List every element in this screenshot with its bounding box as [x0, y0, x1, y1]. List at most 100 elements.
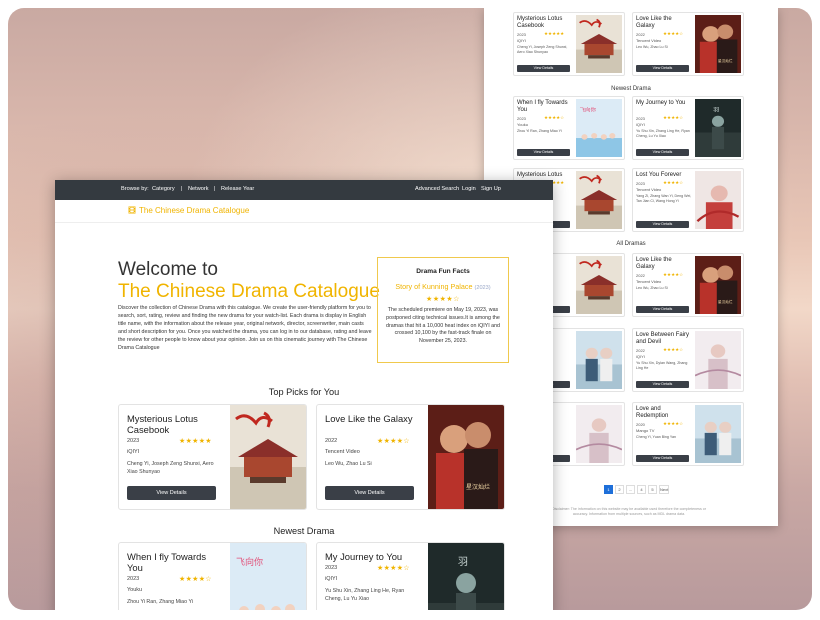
view-details-button[interactable]: View Details	[636, 149, 689, 156]
drama-network: iQIYI	[517, 38, 526, 43]
drama-year: 2023	[517, 32, 526, 37]
drama-cast: Leo Wu, Zhao Lu Si	[325, 461, 372, 467]
drama-network: iQIYI	[636, 122, 645, 127]
section-title-top-picks: Top Picks for You	[268, 387, 340, 397]
drama-card: Mysterious Lotus Casebook 2023 ★★★★★ iQIYI C…	[118, 404, 307, 510]
rating-stars: ★★★★☆	[663, 272, 684, 277]
drama-network: Youku	[517, 122, 528, 127]
drama-poster	[695, 405, 741, 463]
view-details-button[interactable]: View Details	[127, 486, 216, 500]
drama-poster	[575, 405, 623, 463]
drama-title: Love Like the Galaxy	[636, 16, 672, 29]
drama-cast: Cheng Yi, Yuan Bing Yan	[636, 435, 676, 439]
drama-poster	[576, 171, 622, 229]
nav-category-link[interactable]: Category	[152, 186, 175, 192]
drama-title: Love Like the Galaxy	[636, 257, 672, 270]
drama-title: Love Between Fairy and Devil	[636, 332, 690, 345]
drama-title: When I fly Towards You	[517, 100, 568, 113]
drama-cast: Cheng Yi, Joseph Zeng Shunxi, Aero Xiao …	[127, 461, 214, 475]
drama-cast: Leo Wu, Zhao Lu Si	[636, 286, 668, 290]
page-link[interactable]: 2	[615, 485, 624, 494]
nav-separator: |	[214, 186, 216, 192]
page-link[interactable]: 1	[604, 485, 613, 494]
fun-facts-heading: Drama Fun Facts	[416, 268, 470, 275]
fun-facts-text: The scheduled premiere on May 19, 2023, …	[386, 307, 500, 345]
svg-text:羽: 羽	[713, 106, 719, 113]
film-icon	[128, 206, 136, 214]
svg-text:羽: 羽	[458, 556, 468, 568]
home-page: Browse by: Category | Network | Release …	[55, 180, 553, 610]
drama-card: Love Like the Galaxy 2022 ★★★★☆ Tencent Vid…	[632, 12, 744, 76]
view-details-button[interactable]: View Details	[636, 455, 689, 462]
rating-stars: ★★★★★	[179, 438, 212, 445]
catalogue-heading: The Chinese Drama Catalogue	[118, 281, 380, 302]
drama-network: iQIYI	[636, 354, 645, 359]
drama-network: iQIYI	[325, 576, 338, 582]
view-details-button[interactable]: View Details	[636, 381, 689, 388]
footer-disclaimer: Disclaimer: The information on this webs…	[552, 507, 706, 516]
drama-title: My Journey to You	[636, 100, 686, 106]
navbar: Browse by: Category | Network | Release …	[55, 180, 553, 200]
drama-network: Tencent Video	[636, 187, 662, 192]
svg-text:星汉灿烂: 星汉灿烂	[718, 299, 733, 304]
section-title-newest: Newest Drama	[273, 526, 335, 536]
drama-card: Love Like the Galaxy 2022 ★★★★☆ Tencent Vid…	[316, 404, 505, 510]
drama-poster: 飞向你	[576, 99, 622, 157]
view-details-button[interactable]: View Details	[325, 486, 414, 500]
drama-network: Tencent Video	[636, 38, 662, 43]
nav-separator: |	[181, 186, 183, 192]
drama-cast: Zhou Yi Ran, Zhang Miao Yi	[517, 129, 562, 133]
drama-cast: Yu Shu Xin, Zhang Ling He, Ryan Cheng, L…	[325, 588, 405, 602]
drama-card: Mysterious Lotus Casebook 2023 ★★★★★ iQIYI C…	[513, 12, 625, 76]
rating-stars: ★★★★☆	[663, 180, 684, 185]
page-link[interactable]: 5	[648, 485, 657, 494]
page-next-link[interactable]: Next	[659, 485, 670, 494]
drama-card: My Journey to You 2023 ★★★★☆ iQIYI Yu Shu Xi…	[632, 96, 744, 160]
rating-stars: ★★★★☆	[544, 115, 565, 120]
drama-title: My Journey to You	[325, 551, 403, 562]
brand-link[interactable]: The Chinese Drama Catalogue	[139, 206, 249, 215]
view-details-button[interactable]: View Details	[517, 149, 570, 156]
rating-stars: ★★★★☆	[663, 31, 684, 36]
drama-poster	[694, 331, 742, 389]
nav-advanced-search-link[interactable]: Advanced Search	[415, 186, 459, 192]
browse-by-label: Browse by:	[121, 186, 149, 192]
rating-stars: ★★★★☆	[426, 296, 460, 303]
drama-poster: 星汉灿烂	[695, 15, 741, 73]
drama-cast: Zhou Yi Ran, Zhang Miao Yi	[127, 599, 193, 605]
drama-title: Mysterious Lotus Casebook	[127, 413, 198, 435]
view-details-button[interactable]: View Details	[636, 306, 689, 313]
rating-stars: ★★★★☆	[179, 576, 212, 583]
drama-poster	[576, 331, 622, 389]
view-details-button[interactable]: View Details	[636, 65, 689, 72]
drama-card: Love Like the Galaxy 2022 ★★★★☆ Tencent Vid…	[632, 253, 744, 317]
nav-release-year-link[interactable]: Release Year	[221, 186, 254, 192]
fun-facts-show-link[interactable]: Story of Kunning Palace (2023)	[378, 282, 508, 291]
drama-poster	[576, 256, 622, 314]
svg-text:星汉灿烂: 星汉灿烂	[718, 58, 733, 63]
svg-text:飞向你: 飞向你	[236, 556, 263, 567]
rating-stars: ★★★★☆	[663, 421, 684, 426]
drama-year: 2020	[636, 422, 645, 427]
page-link: ...	[626, 485, 635, 494]
intro-paragraph: Discover the collection of Chinese Drama…	[118, 305, 372, 351]
drama-poster	[576, 15, 622, 73]
drama-title: Lost You Forever	[636, 172, 682, 178]
drama-network: Mango TV	[636, 428, 655, 433]
drama-year: 2023	[517, 116, 526, 121]
drama-poster: 飞向你	[230, 543, 306, 610]
view-details-button[interactable]: View Details	[636, 221, 689, 228]
nav-network-link[interactable]: Network	[188, 186, 209, 192]
rating-stars: ★★★★☆	[663, 115, 684, 120]
drama-card: When I fly Towards You 2023 ★★★★☆ Youku Zhou…	[118, 542, 307, 610]
page-link[interactable]: 4	[637, 485, 646, 494]
drama-cast: Leo Wu, Zhao Lu Si	[636, 45, 668, 49]
nav-login-link[interactable]: Login	[462, 186, 476, 192]
drama-year: 2023	[127, 438, 140, 444]
background-photo: Newest Drama All Dramas 1 2 ... 4 5 Next…	[8, 8, 812, 610]
view-details-button[interactable]: View Details	[517, 65, 570, 72]
drama-poster	[695, 171, 741, 229]
welcome-heading: Welcome to	[118, 259, 218, 280]
drama-cast: Yu Shu Xin, Dylan Wang, Zhang Ling He	[636, 361, 688, 370]
nav-signup-link[interactable]: Sign Up	[481, 186, 501, 192]
